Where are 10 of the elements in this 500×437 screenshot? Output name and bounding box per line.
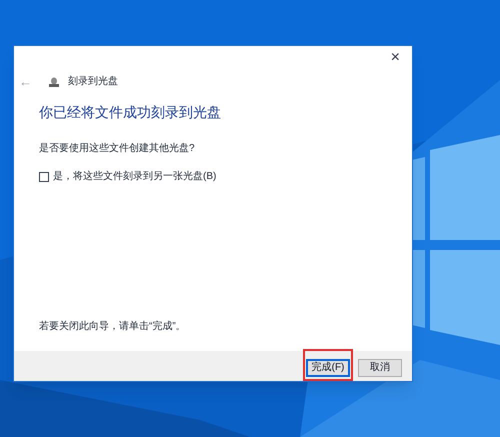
- close-button[interactable]: ×: [386, 50, 404, 66]
- checkbox[interactable]: [39, 172, 49, 182]
- burn-another-checkbox[interactable]: 是，将这些文件刻录到另一张光盘(B): [39, 169, 216, 184]
- page-heading: 你已经将文件成功刻录到光盘: [39, 103, 221, 122]
- dialog-button[interactable]: 取消: [358, 359, 402, 377]
- window-title: 刻录到光盘: [68, 74, 118, 89]
- disc-drive-icon: [48, 76, 60, 88]
- hint-text: 若要关闭此向导，请单击“完成”。: [39, 321, 186, 332]
- question-text: 是否要使用这些文件创建其他光盘?: [39, 142, 195, 156]
- dialog-button[interactable]: 完成(F): [306, 359, 350, 377]
